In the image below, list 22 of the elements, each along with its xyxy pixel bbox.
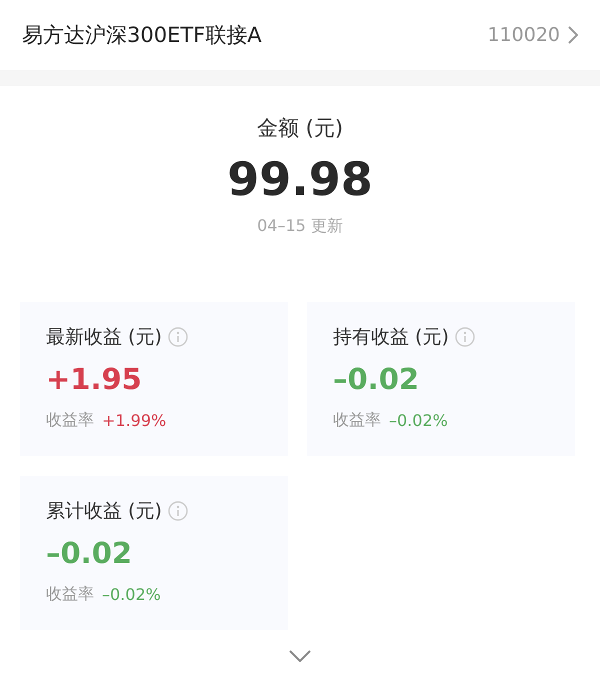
earnings-value: +1.95 [46,362,143,396]
rate-value: +1.99% [102,411,166,430]
rate-label: 收益率 [333,410,381,431]
fund-name: 易方达沪深300ETF联接A [22,22,262,49]
fund-code-link[interactable]: 110020 [487,24,578,46]
chevron-right-icon [568,26,578,44]
amount-value: 99.98 [227,152,373,206]
amount-label: 金额 (元) [256,115,344,142]
update-date: 04–15 更新 [257,216,343,237]
card-title: 累计收益 (元) [46,499,162,524]
card-title: 持有收益 (元) [333,325,449,350]
rate-value: –0.02% [389,411,448,430]
info-icon[interactable] [168,501,188,521]
info-icon[interactable] [168,327,188,347]
card-title: 最新收益 (元) [46,325,162,350]
rate-label: 收益率 [46,410,94,431]
earnings-value: –0.02 [46,536,134,570]
rate-label: 收益率 [46,584,94,605]
earnings-value: –0.02 [333,362,420,396]
info-icon[interactable] [454,327,475,347]
chevron-down-icon [289,650,311,662]
rate-value: –0.02% [102,585,161,604]
